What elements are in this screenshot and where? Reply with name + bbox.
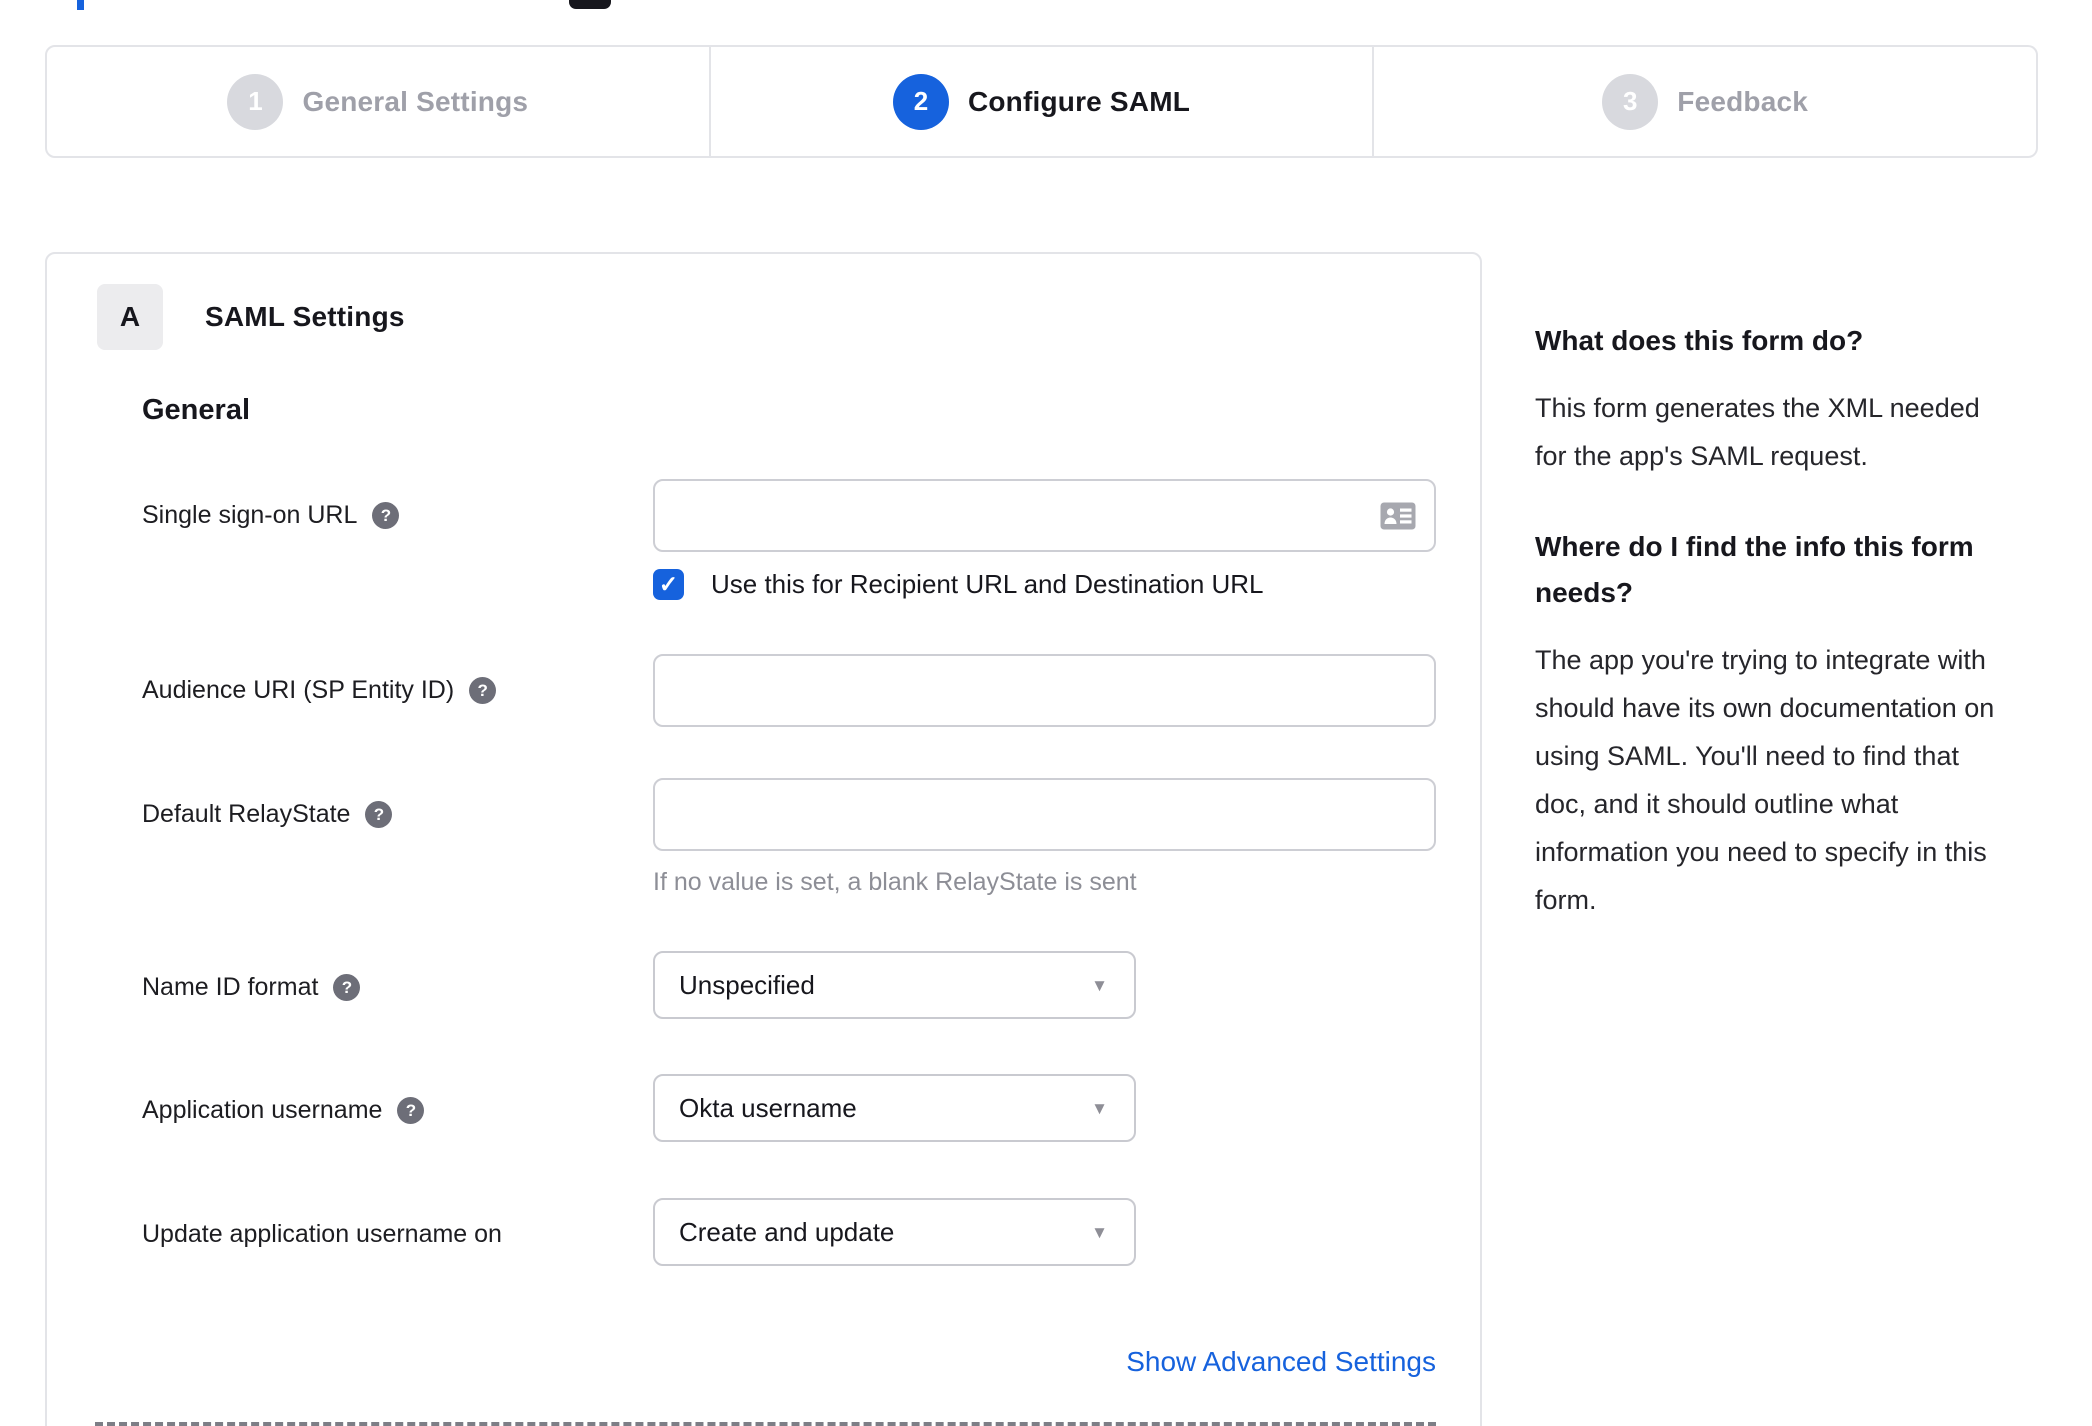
- name-id-format-label: Name ID format: [142, 973, 319, 1001]
- step-number-badge: 2: [892, 73, 949, 130]
- update-username-value: Create and update: [679, 1216, 895, 1247]
- saml-settings-panel: A SAML Settings General Single sign-on U…: [45, 252, 1482, 1426]
- application-username-label-wrap: Application username ?: [142, 1074, 653, 1125]
- contact-card-icon[interactable]: [1380, 502, 1416, 530]
- audience-uri-input[interactable]: [653, 654, 1436, 727]
- chevron-down-icon: ▼: [1091, 1098, 1108, 1118]
- help-icon[interactable]: ?: [397, 1097, 425, 1124]
- relay-state-row: Default RelayState ? If no value is set,…: [142, 778, 1436, 897]
- help-icon[interactable]: ?: [333, 974, 361, 1001]
- show-advanced-settings-link[interactable]: Show Advanced Settings: [1126, 1346, 1436, 1377]
- step-number-badge: 1: [227, 73, 284, 130]
- audience-uri-row: Audience URI (SP Entity ID) ?: [142, 654, 1436, 727]
- recipient-url-checkbox-row: ✓ Use this for Recipient URL and Destina…: [653, 569, 1436, 600]
- step-number-badge: 3: [1602, 73, 1659, 130]
- step-general-settings[interactable]: 1 General Settings: [47, 47, 709, 156]
- help-icon[interactable]: ?: [365, 801, 393, 828]
- name-id-format-select[interactable]: Unspecified ▼: [653, 951, 1136, 1019]
- sso-url-label-wrap: Single sign-on URL ?: [142, 479, 653, 530]
- chevron-down-icon: ▼: [1091, 975, 1108, 995]
- panel-header: A SAML Settings: [97, 284, 1434, 350]
- sidebar-heading-what: What does this form do?: [1535, 325, 1864, 356]
- update-username-row: Update application username on Create an…: [142, 1198, 1434, 1266]
- wizard-stepper: 1 General Settings 2 Configure SAML 3 Fe…: [45, 45, 2038, 158]
- sso-url-label: Single sign-on URL: [142, 501, 358, 529]
- update-username-select[interactable]: Create and update ▼: [653, 1198, 1136, 1266]
- step-feedback[interactable]: 3 Feedback: [1372, 47, 2036, 156]
- application-username-select[interactable]: Okta username ▼: [653, 1074, 1136, 1142]
- sidebar-heading-where: Where do I find the info this form needs…: [1535, 531, 1974, 608]
- help-icon[interactable]: ?: [372, 502, 400, 529]
- section-dashed-divider: [95, 1422, 1436, 1426]
- step-label: Configure SAML: [967, 85, 1191, 117]
- chevron-down-icon: ▼: [1091, 1222, 1108, 1242]
- name-id-format-value: Unspecified: [679, 969, 815, 1000]
- step-label: Feedback: [1677, 85, 1809, 117]
- step-configure-saml[interactable]: 2 Configure SAML: [708, 47, 1373, 156]
- general-group-title: General: [142, 394, 250, 426]
- relay-state-label: Default RelayState: [142, 800, 351, 828]
- saml-form: Single sign-on URL ? ✓ Use this for Reci…: [142, 479, 1436, 1378]
- update-username-label-wrap: Update application username on: [142, 1198, 653, 1249]
- help-icon[interactable]: ?: [469, 677, 497, 704]
- name-id-format-label-wrap: Name ID format ?: [142, 951, 653, 1002]
- cutoff-toolbar-fragment: [569, 0, 611, 9]
- sidebar-paragraph-what: This form generates the XML needed for t…: [1535, 393, 1980, 471]
- sidebar-paragraph-where: The app you're trying to integrate with …: [1535, 645, 1995, 915]
- name-id-format-row: Name ID format ? Unspecified ▼: [142, 951, 1434, 1019]
- step-label: General Settings: [302, 85, 529, 117]
- help-sidebar: What does this form do? This form genera…: [1535, 318, 2047, 924]
- audience-uri-label: Audience URI (SP Entity ID): [142, 676, 455, 704]
- advanced-settings-link-row: Show Advanced Settings: [653, 1346, 1436, 1378]
- default-relay-state-input[interactable]: [653, 778, 1436, 851]
- audience-uri-label-wrap: Audience URI (SP Entity ID) ?: [142, 654, 653, 705]
- cutoff-blue-fragment: [77, 0, 84, 10]
- single-sign-on-url-input[interactable]: [653, 479, 1436, 552]
- application-username-label: Application username: [142, 1096, 383, 1124]
- sso-url-row: Single sign-on URL ? ✓ Use this for Reci…: [142, 479, 1436, 600]
- application-username-row: Application username ? Okta username ▼: [142, 1074, 1434, 1142]
- panel-title: SAML Settings: [205, 301, 405, 332]
- section-a-badge: A: [97, 284, 163, 350]
- recipient-url-checkbox[interactable]: ✓: [653, 569, 684, 600]
- application-username-value: Okta username: [679, 1092, 857, 1123]
- update-username-label: Update application username on: [142, 1220, 502, 1248]
- relay-state-helper-text: If no value is set, a blank RelayState i…: [653, 868, 1137, 896]
- relay-state-label-wrap: Default RelayState ?: [142, 778, 653, 829]
- recipient-url-checkbox-label: Use this for Recipient URL and Destinati…: [711, 569, 1264, 599]
